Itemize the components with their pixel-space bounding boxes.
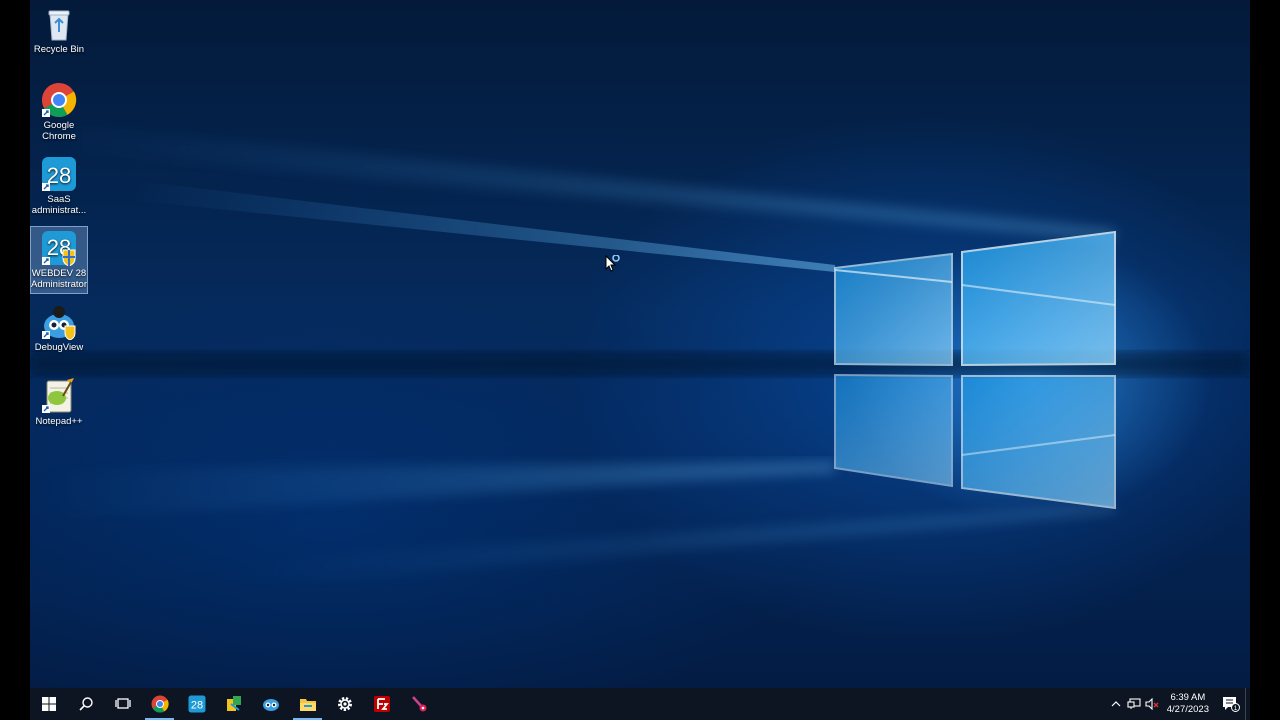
screen-border-right xyxy=(1250,0,1280,720)
desktop-icon-notepad-plus-plus[interactable]: Notepad++ xyxy=(30,374,88,431)
debugview-icon xyxy=(42,306,76,340)
webdev28-icon: 28 xyxy=(42,157,76,191)
search-icon xyxy=(78,697,93,711)
badge-text: 28 xyxy=(190,700,202,712)
desktop-icon-label: DebugView xyxy=(34,342,84,353)
file-explorer-icon xyxy=(299,699,316,711)
desktop-icon-debugview[interactable]: DebugView xyxy=(30,300,88,357)
notepadpp-icon xyxy=(42,378,74,413)
system-clock[interactable]: 6:39 AM 4/27/2023 xyxy=(1161,692,1217,716)
tool-icon xyxy=(226,696,241,711)
chrome-icon xyxy=(151,695,169,713)
taskbar-chrome[interactable] xyxy=(141,688,178,720)
taskbar-settings[interactable] xyxy=(326,688,363,720)
desktop-icon-label: Recycle Bin xyxy=(33,44,85,55)
volume-button[interactable] xyxy=(1143,688,1161,720)
taskbar-tool[interactable] xyxy=(215,688,252,720)
task-view-icon xyxy=(114,698,131,709)
task-view-button[interactable] xyxy=(104,688,141,720)
network-icon xyxy=(1127,698,1141,709)
taskbar-filezilla[interactable] xyxy=(363,688,400,720)
badge-text: 28 xyxy=(47,163,71,188)
desktop-icon-saas-administrator[interactable]: 28 SaaS administrat... xyxy=(30,152,88,220)
taskbar-pin-tool[interactable] xyxy=(400,688,437,720)
taskbar-robot[interactable] xyxy=(252,688,289,720)
robot-icon xyxy=(262,699,279,711)
screen-border-left xyxy=(0,0,30,720)
busy-cursor-icon xyxy=(605,255,620,272)
desktop-icon-label: WEBDEV 28 Administrator xyxy=(31,268,87,290)
system-tray: 6:39 AM 4/27/2023 1 xyxy=(1107,688,1250,720)
chrome-icon xyxy=(42,83,77,117)
search-button[interactable] xyxy=(67,688,104,720)
desktop[interactable]: Recycle Bin Google Chrome 28 SaaS admini… xyxy=(30,0,1250,688)
desktop-icon-recycle-bin[interactable]: Recycle Bin xyxy=(30,4,88,59)
desktop-icon-label: Google Chrome xyxy=(42,120,76,142)
show-desktop-button[interactable] xyxy=(1245,688,1250,720)
chevron-up-icon xyxy=(1111,701,1121,707)
recycle-bin-icon xyxy=(48,10,70,41)
show-hidden-icons-button[interactable] xyxy=(1107,688,1125,720)
notification-icon: 1 xyxy=(1223,697,1240,712)
desktop-icon-google-chrome[interactable]: Google Chrome xyxy=(30,78,88,146)
network-button[interactable] xyxy=(1125,688,1143,720)
desktop-icon-label: SaaS administrat... xyxy=(31,194,87,216)
start-button[interactable] xyxy=(30,688,67,720)
taskbar-webdev28[interactable]: 28 xyxy=(178,688,215,720)
clock-date: 4/27/2023 xyxy=(1166,704,1209,715)
filezilla-icon xyxy=(373,696,390,712)
volume-muted-icon xyxy=(1145,698,1159,710)
windows-start-icon xyxy=(41,697,56,711)
windows-10-wallpaper xyxy=(30,120,1250,590)
taskbar-file-explorer[interactable] xyxy=(289,688,326,720)
pin-tool-icon xyxy=(411,696,426,712)
webdev28-icon: 28 xyxy=(188,695,205,713)
settings-gear-icon xyxy=(337,697,352,711)
desktop-icon-webdev-28-administrator[interactable]: 28 WEBDEV 28 Administrator xyxy=(30,226,88,294)
action-center-button[interactable]: 1 xyxy=(1217,688,1245,720)
desktop-icon-label: Notepad++ xyxy=(35,416,83,427)
taskbar: 28 6:39 AM 4/27/2023 1 xyxy=(30,688,1250,720)
clock-time: 6:39 AM xyxy=(1170,692,1206,703)
notification-count: 1 xyxy=(1234,705,1238,712)
webdev28-admin-icon: 28 xyxy=(42,231,76,266)
